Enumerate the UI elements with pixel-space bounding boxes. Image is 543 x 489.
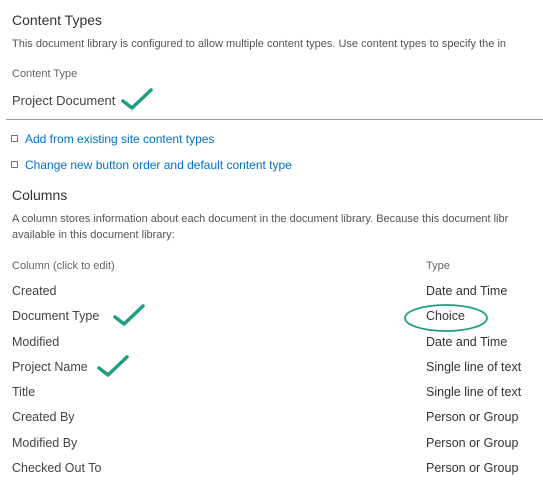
checkmark-icon: [113, 304, 145, 326]
column-name-header: Column (click to edit): [12, 260, 115, 272]
column-row-checked-out-to[interactable]: Checked Out To: [12, 461, 101, 475]
column-row-modified[interactable]: Modified: [12, 335, 59, 349]
column-row-modified-by[interactable]: Modified By: [12, 436, 77, 450]
bullet-icon: [11, 135, 18, 142]
column-type-created: Date and Time: [426, 284, 508, 298]
column-row-document-type[interactable]: Document Type: [12, 309, 99, 323]
column-row-project-name[interactable]: Project Name: [12, 360, 88, 374]
content-type-column-header: Content Type: [12, 68, 78, 80]
checkmark-icon: [121, 88, 153, 110]
column-type-modified-by: Person or Group: [426, 436, 519, 450]
bullet-icon: [11, 161, 18, 168]
column-row-created[interactable]: Created: [12, 284, 56, 298]
add-existing-content-types-link[interactable]: Add from existing site content types: [25, 132, 214, 146]
content-types-title: Content Types: [12, 12, 103, 28]
checkmark-icon: [97, 355, 129, 377]
column-type-project-name: Single line of text: [426, 360, 522, 374]
columns-description-line1: A column stores information about each d…: [12, 213, 509, 225]
column-type-checked-out-to: Person or Group: [426, 461, 519, 475]
highlight-oval: [404, 304, 488, 332]
content-type-project-document[interactable]: Project Document: [12, 93, 115, 108]
column-row-title[interactable]: Title: [12, 385, 35, 399]
column-type-title: Single line of text: [426, 385, 522, 399]
columns-title: Columns: [12, 187, 68, 203]
content-types-description: This document library is configured to a…: [12, 38, 507, 50]
column-type-created-by: Person or Group: [426, 410, 519, 424]
change-button-order-link[interactable]: Change new button order and default cont…: [25, 158, 292, 172]
column-type-header: Type: [426, 260, 450, 272]
column-row-created-by[interactable]: Created By: [12, 410, 75, 424]
section-divider: [6, 119, 543, 120]
column-type-modified: Date and Time: [426, 335, 508, 349]
columns-description-line2: available in this document library:: [12, 229, 175, 241]
